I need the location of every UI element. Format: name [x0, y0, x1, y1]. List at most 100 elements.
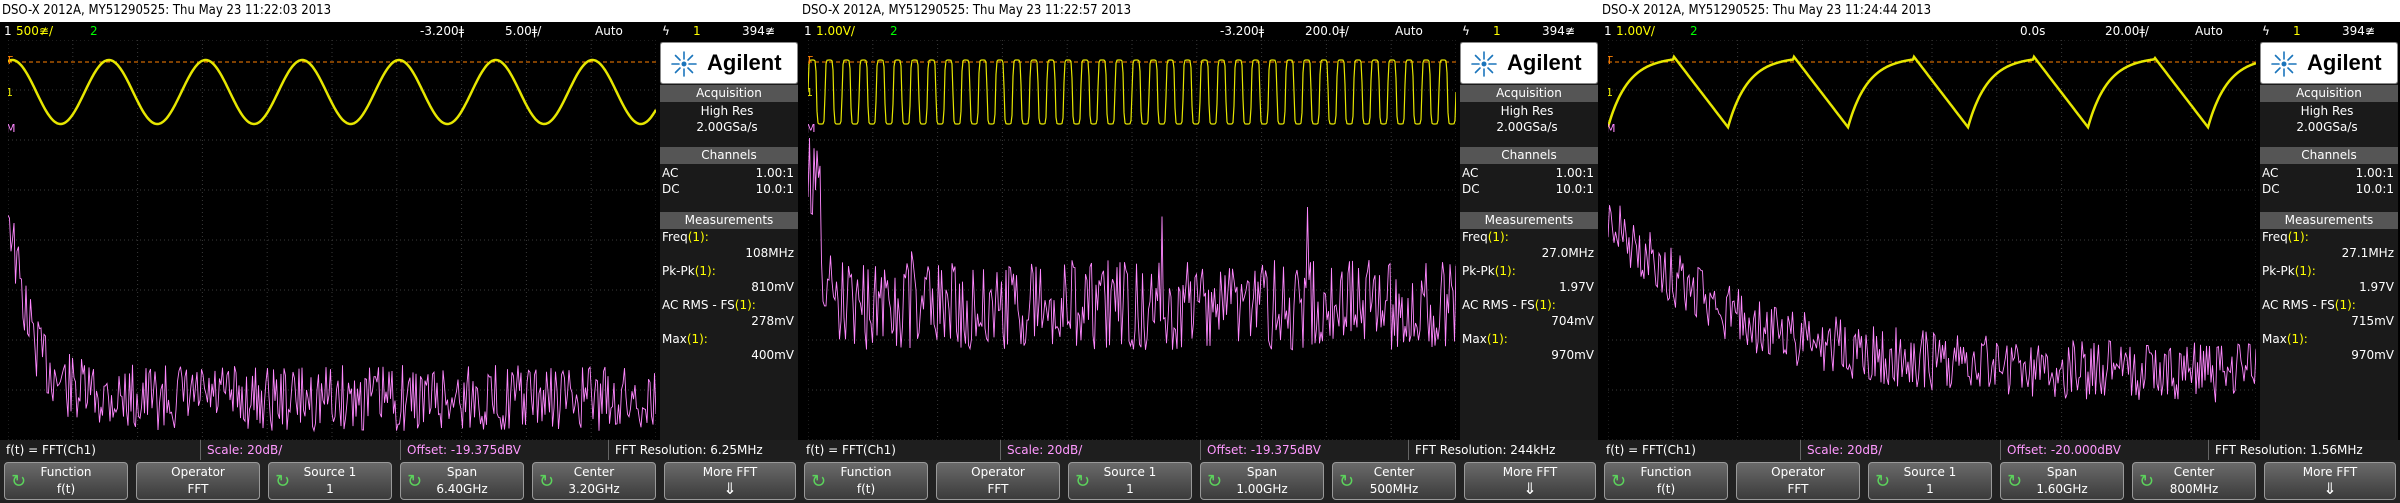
softkey-more-fft[interactable]: More FFT ⇓	[664, 462, 796, 500]
trigger-source[interactable]: 1	[693, 22, 701, 40]
trigger-level[interactable]: 394≇	[742, 22, 775, 40]
ch2-probe: 10.0:1	[1555, 182, 1594, 196]
math-marker[interactable]: M	[8, 122, 16, 135]
softkey-span[interactable]: ↻ Span 6.40GHz	[400, 462, 524, 500]
timebase[interactable]: 20.00ǂ/	[2105, 22, 2149, 40]
math-marker[interactable]: M	[808, 122, 816, 135]
fft-scale[interactable]: Scale: 20dB/	[1000, 440, 1200, 460]
fft-scale[interactable]: Scale: 20dB/	[1800, 440, 2000, 460]
ch1-probe: 1.00:1	[755, 166, 794, 180]
ch2-probe: 10.0:1	[755, 182, 794, 196]
trigger-level[interactable]: 394≇	[2342, 22, 2375, 40]
trigger-mode[interactable]: Auto	[595, 22, 623, 40]
horizontal-delay[interactable]: -3.200ǂ	[420, 22, 464, 40]
measurement-pkpk-value: 810mV	[751, 280, 794, 294]
ch1-number[interactable]: 1	[1604, 22, 1612, 40]
fft-offset[interactable]: Offset: -19.375dBV	[400, 440, 608, 460]
trigger-mode[interactable]: Auto	[1395, 22, 1423, 40]
waveform-grid[interactable]: 1 T M	[1608, 40, 2256, 440]
fft-spectrum-trace	[808, 137, 1456, 351]
channels-header[interactable]: Channels	[2260, 147, 2398, 164]
waveform-grid[interactable]: 1 T M	[8, 40, 656, 440]
timebase[interactable]: 200.0ǂ/	[1305, 22, 1349, 40]
measurement-pkpk-label[interactable]: Pk-Pk(1):	[2262, 264, 2316, 278]
math-marker[interactable]: M	[1608, 122, 1616, 135]
agilent-spark-icon	[2271, 51, 2297, 77]
status-bar: 1 1.00V/ 2 0.0s 20.00ǂ/ Auto ϟ 1 394≇	[1600, 22, 2400, 40]
softkey-more-fft[interactable]: More FFT ⇓	[1464, 462, 1596, 500]
trigger-mode[interactable]: Auto	[2195, 22, 2223, 40]
softkey-source[interactable]: ↻ Source 11	[1868, 462, 1992, 500]
measurement-max-label[interactable]: Max(1):	[2262, 332, 2308, 346]
measurement-acrms-label[interactable]: AC RMS - FS(1):	[1462, 298, 1556, 312]
trigger-edge-icon: ϟ	[1462, 24, 1470, 38]
measurement-freq-label[interactable]: Freq(1):	[662, 230, 709, 244]
measurement-freq-label[interactable]: Freq(1):	[2262, 230, 2309, 244]
scope-screen-1: DSO-X 2012A, MY51290525: Thu May 23 11:2…	[0, 0, 800, 503]
ch1-waveform	[808, 59, 1456, 125]
horizontal-delay[interactable]: -3.200ǂ	[1220, 22, 1264, 40]
measurement-acrms-label[interactable]: AC RMS - FS(1):	[662, 298, 756, 312]
fft-info-bar: f(t) = FFT(Ch1) Scale: 20dB/ Offset: -19…	[0, 440, 800, 460]
ch1-ground-marker[interactable]: 1	[808, 86, 813, 99]
acquisition-header[interactable]: Acquisition	[1460, 85, 1598, 102]
ch1-ground-marker[interactable]: 1	[1608, 86, 1613, 99]
ch1-ground-marker[interactable]: 1	[8, 86, 13, 99]
fft-offset[interactable]: Offset: -20.000dBV	[2000, 440, 2208, 460]
softkey-source[interactable]: ↻ Source 11	[1068, 462, 1192, 500]
softkey-source[interactable]: ↻ Source 11	[268, 462, 392, 500]
measurement-acrms-label[interactable]: AC RMS - FS(1):	[2262, 298, 2356, 312]
acquisition-header[interactable]: Acquisition	[660, 85, 798, 102]
rotate-knob-icon: ↻	[275, 471, 291, 492]
softkey-operator[interactable]: Operator FFT	[136, 462, 260, 500]
trigger-source[interactable]: 1	[2293, 22, 2301, 40]
measurement-max-value: 400mV	[751, 348, 794, 362]
timebase[interactable]: 5.00ǂ/	[505, 22, 541, 40]
softkey-function[interactable]: ↻ Function f(t)	[4, 462, 128, 500]
measurement-pkpk-value: 1.97V	[2359, 280, 2394, 294]
softkey-function[interactable]: ↻ Function f(t)	[804, 462, 928, 500]
measurements-header[interactable]: Measurements	[1460, 212, 1598, 229]
ch1-scale[interactable]: 500≇/	[16, 22, 53, 40]
softkey-function[interactable]: ↻ Function f(t)	[1604, 462, 1728, 500]
scope-screen-3: DSO-X 2012A, MY51290525: Thu May 23 11:2…	[1600, 0, 2400, 503]
measurement-pkpk-label[interactable]: Pk-Pk(1):	[1462, 264, 1516, 278]
channels-header[interactable]: Channels	[660, 147, 798, 164]
softkey-more-fft[interactable]: More FFT ⇓	[2264, 462, 2396, 500]
math-function-label: f(t) = FFT(Ch1)	[6, 443, 96, 457]
softkey-center[interactable]: ↻ Center 500MHz	[1332, 462, 1456, 500]
ch1-scale[interactable]: 1.00V/	[1616, 22, 1655, 40]
measurements-header[interactable]: Measurements	[2260, 212, 2398, 229]
softkey-span[interactable]: ↻ Span 1.00GHz	[1200, 462, 1324, 500]
ch1-number[interactable]: 1	[4, 22, 12, 40]
measurement-max-label[interactable]: Max(1):	[662, 332, 708, 346]
fft-scale[interactable]: Scale: 20dB/	[200, 440, 400, 460]
agilent-logo: Agilent	[2260, 42, 2398, 84]
fft-offset[interactable]: Offset: -19.375dBV	[1200, 440, 1408, 460]
acquisition-mode: High Res	[700, 104, 754, 118]
trigger-marker[interactable]: T	[1608, 54, 1613, 67]
channels-header[interactable]: Channels	[1460, 147, 1598, 164]
softkey-span[interactable]: ↻ Span 1.60GHz	[2000, 462, 2124, 500]
sample-rate: 2.00GSa/s	[2296, 120, 2358, 134]
ch2-number[interactable]: 2	[1690, 22, 1698, 40]
measurement-freq-label[interactable]: Freq(1):	[1462, 230, 1509, 244]
softkey-center[interactable]: ↻ Center 800MHz	[2132, 462, 2256, 500]
horizontal-delay[interactable]: 0.0s	[2020, 22, 2045, 40]
measurement-max-label[interactable]: Max(1):	[1462, 332, 1508, 346]
acquisition-header[interactable]: Acquisition	[2260, 85, 2398, 102]
trigger-marker[interactable]: T	[8, 54, 13, 67]
trigger-level[interactable]: 394≇	[1542, 22, 1575, 40]
softkey-operator[interactable]: Operator FFT	[1736, 462, 1860, 500]
softkey-operator[interactable]: Operator FFT	[936, 462, 1060, 500]
trigger-marker[interactable]: T	[808, 54, 813, 67]
ch1-scale[interactable]: 1.00V/	[816, 22, 855, 40]
waveform-grid[interactable]: 1 T M	[808, 40, 1456, 440]
measurements-header[interactable]: Measurements	[660, 212, 798, 229]
ch1-number[interactable]: 1	[804, 22, 812, 40]
measurement-pkpk-label[interactable]: Pk-Pk(1):	[662, 264, 716, 278]
ch2-number[interactable]: 2	[890, 22, 898, 40]
ch2-number[interactable]: 2	[90, 22, 98, 40]
trigger-source[interactable]: 1	[1493, 22, 1501, 40]
softkey-center[interactable]: ↻ Center 3.20GHz	[532, 462, 656, 500]
